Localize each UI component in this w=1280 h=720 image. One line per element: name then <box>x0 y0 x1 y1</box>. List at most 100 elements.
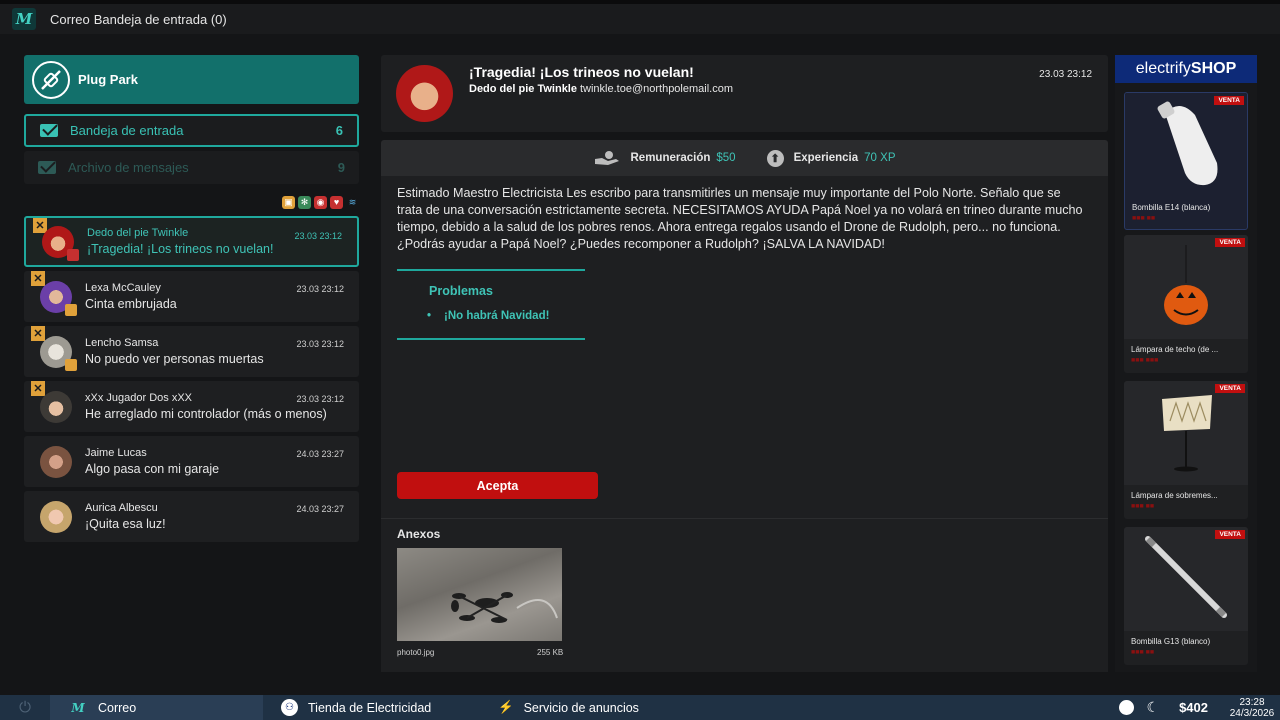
message-item[interactable]: Jaime Lucas Algo pasa con mi garaje 24.0… <box>24 436 359 487</box>
avatar <box>42 225 79 261</box>
sale-badge: VENTA <box>1215 384 1245 393</box>
avatar <box>40 280 77 316</box>
email-from: Dedo del pie Twinkle twinkle.toe@northpol… <box>469 83 733 95</box>
envelope-icon <box>40 124 58 137</box>
product-name: Bombilla E14 (blanca) <box>1132 203 1211 212</box>
clock: 23:28 24/3/2026 <box>1224 696 1280 719</box>
product-image: VENTA <box>1124 381 1248 485</box>
product-image: VENTA <box>1124 527 1248 631</box>
folder-count: 6 <box>335 123 343 138</box>
avatar <box>40 500 72 533</box>
folder-inbox[interactable]: Bandeja de entrada 6 <box>24 114 359 147</box>
wifi-icon: ≋ <box>348 196 357 207</box>
folder-label: Bandeja de entrada <box>70 123 184 138</box>
message-time: 24.03 23:27 <box>296 449 344 459</box>
sale-badge: VENTA <box>1214 96 1244 105</box>
moon-icon[interactable]: ☾ <box>1147 699 1160 716</box>
product-image: VENTA <box>1125 93 1247 197</box>
sidebar: Plug Park Bandeja de entrada 6 Archivo d… <box>24 55 359 546</box>
avatar <box>40 445 72 478</box>
avatar <box>40 335 77 371</box>
app-logo-icon: M <box>12 8 36 30</box>
shop-brand-bold: SHOP <box>1190 60 1237 77</box>
taskbar-item-shop[interactable]: ⚇ Tienda de Electricidad <box>263 695 480 720</box>
megaphone-icon: ⚡ <box>498 700 514 714</box>
message-time: 23.03 23:12 <box>296 284 344 294</box>
email-datetime: 23.03 23:12 <box>1039 69 1092 80</box>
message-item[interactable]: ✕ Lencho Samsa No puedo ver personas mue… <box>24 326 359 377</box>
problems-box: Problemas ¡No habrá Navidad! <box>397 269 585 340</box>
company-card: Plug Park <box>24 55 359 104</box>
power-icon[interactable]: ⏻ <box>0 699 50 716</box>
message-item[interactable]: ✕ Lexa McCauley Cinta embrujada 23.03 23… <box>24 271 359 322</box>
xp-label: Experiencia <box>793 152 859 164</box>
product-price: ■■■ ■■ <box>1131 503 1155 510</box>
taskbar-item-correo[interactable]: M Correo <box>50 695 263 720</box>
company-name: Plug Park <box>78 72 138 87</box>
product-price: ■■■ ■■ <box>1132 215 1156 222</box>
mail-app-icon: M <box>71 700 85 715</box>
tools-badge-icon: ✕ <box>31 271 45 286</box>
tools-badge-icon: ✕ <box>31 381 45 396</box>
taskbar-item-ads[interactable]: ⚡ Servicio de anuncios <box>480 695 639 720</box>
drone-photo <box>451 592 558 623</box>
plug-icon <box>32 60 70 99</box>
clock-time: 23:28 <box>1239 697 1265 708</box>
message-time: 23.03 23:12 <box>296 339 344 349</box>
email-subject: ¡Tragedia! ¡Los trineos no vuelan! <box>469 64 694 80</box>
problem-item: ¡No habrá Navidad! <box>427 310 550 322</box>
reward-value: $50 <box>716 152 736 164</box>
product-price: ■■■ ■■■ <box>1131 357 1159 364</box>
message-item[interactable]: ✕ xXx Jugador Dos xXX He arreglado mi co… <box>24 381 359 432</box>
table-lamp-icon <box>1162 395 1212 472</box>
email-body: Estimado Maestro Electricista Les escrib… <box>381 176 1108 672</box>
message-list: ✕ Dedo del pie Twinkle ¡Tragedia! ¡Los t… <box>24 216 359 542</box>
box-icon <box>65 358 77 371</box>
reward-bar: Remuneración $50 ⬆ Experiencia 70 XP <box>381 140 1108 176</box>
sender-email: twinkle.toe@northpolemail.com <box>579 83 733 95</box>
message-subject: Algo pasa con mi garaje <box>85 462 220 476</box>
folder-label: Archivo de mensajes <box>68 160 189 175</box>
status-icons: ▣ ✻ ◉ ♥ ≋ <box>24 192 359 212</box>
envelope-icon <box>38 161 56 174</box>
message-time: 24.03 23:27 <box>296 504 344 514</box>
theme-toggle[interactable] <box>1118 700 1134 715</box>
product-card[interactable]: VENTA Lámpara de techo (de ... ■■■ ■■■ <box>1124 235 1248 373</box>
message-subject: He arreglado mi controlador (más o menos… <box>85 407 327 421</box>
message-time: 23.03 23:12 <box>296 394 344 404</box>
accept-button[interactable]: Acepta <box>397 472 598 499</box>
attachment-size: 255 KB <box>537 648 564 657</box>
title-bar: M Correo Bandeja de entrada (0) <box>0 0 1280 34</box>
attachments-title: Anexos <box>397 527 441 541</box>
product-card[interactable]: VENTA Bombilla E14 (blanca) ■■■ ■■ <box>1124 92 1248 230</box>
attachment-thumbnail[interactable] <box>397 548 562 641</box>
product-name: Bombilla G13 (blanco) <box>1131 637 1211 646</box>
pumpkin-lamp-icon <box>1164 245 1208 325</box>
alert-icon: ◉ <box>314 195 327 209</box>
shop-logo[interactable]: electrify SHOP <box>1115 55 1257 83</box>
arrow-up-icon: ⬆ <box>766 149 784 167</box>
problems-title: Problemas <box>429 284 493 298</box>
message-subject: No puedo ver personas muertas <box>85 352 264 366</box>
candle-bulb-icon <box>1157 101 1218 186</box>
shop-app-icon: ⚇ <box>281 699 298 716</box>
box-icon <box>65 303 77 316</box>
message-subject: ¡Tragedia! ¡Los trineos no vuelan! <box>87 242 274 256</box>
message-item[interactable]: ✕ Dedo del pie Twinkle ¡Tragedia! ¡Los t… <box>24 216 359 267</box>
shop-panel: electrify SHOP VENTA Bombilla E14 (blanca… <box>1115 55 1257 672</box>
product-name: Lámpara de sobremes... <box>1131 491 1218 500</box>
email-header: ¡Tragedia! ¡Los trineos no vuelan! Dedo … <box>381 55 1108 132</box>
shop-brand-light: electrify <box>1135 60 1191 77</box>
xp-value: 70 XP <box>864 152 896 164</box>
sale-badge: VENTA <box>1215 238 1245 247</box>
folder-archive[interactable]: Archivo de mensajes 9 <box>24 151 359 184</box>
taskbar-label: Correo <box>98 700 137 715</box>
folder-title: Bandeja de entrada (0) <box>93 11 227 27</box>
message-item[interactable]: Aurica Albescu ¡Quita esa luz! 24.03 23:… <box>24 491 359 542</box>
attachment-name: photo0.jpg <box>397 648 435 657</box>
system-tray: ☾ $402 23:28 24/3/2026 <box>1118 695 1280 720</box>
product-card[interactable]: VENTA Bombilla G13 (blanco) ■■■ ■■ <box>1124 527 1248 665</box>
product-card[interactable]: VENTA Lámpara de sobremes... ■■■ ■■ <box>1124 381 1248 519</box>
tools-badge-icon: ✕ <box>31 326 45 341</box>
money-balance: $402 <box>1179 700 1208 715</box>
